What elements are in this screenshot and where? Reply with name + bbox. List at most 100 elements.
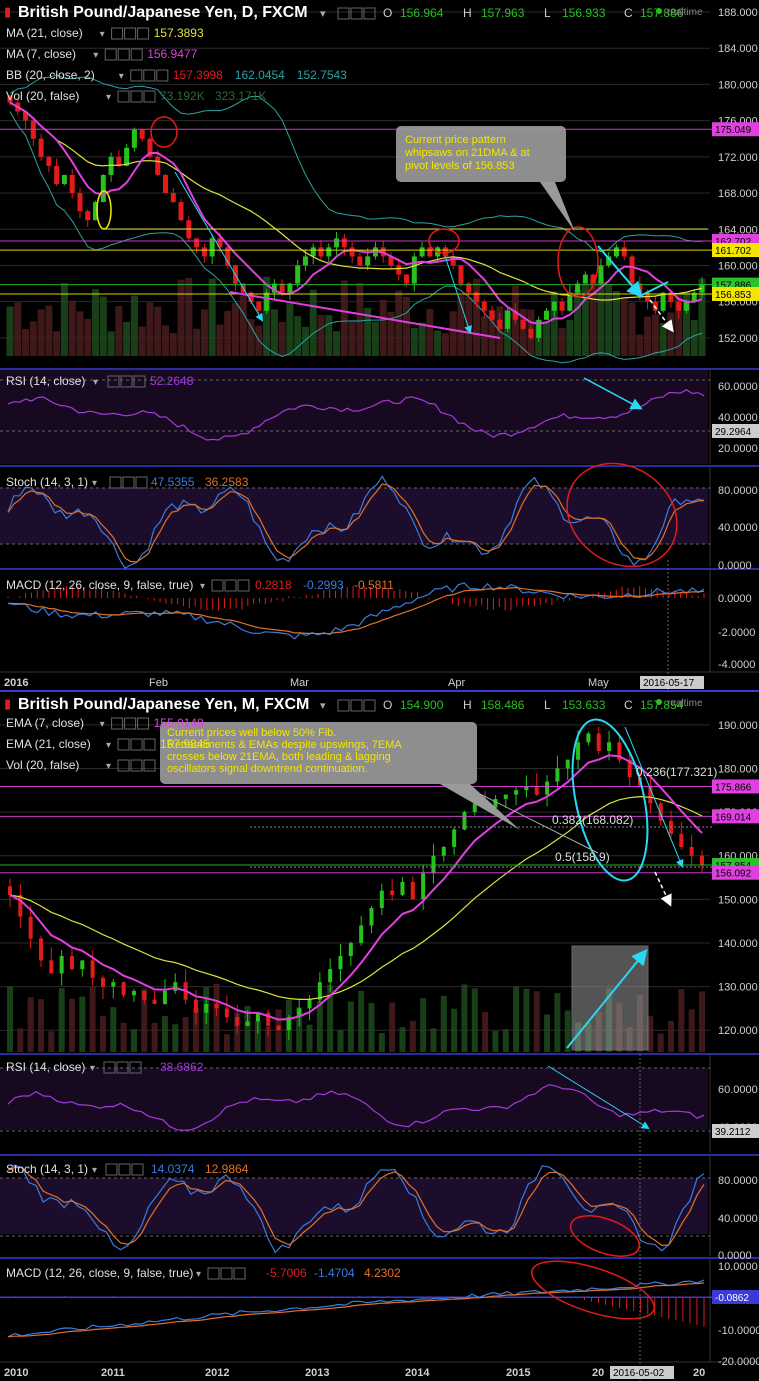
candle-body	[497, 319, 503, 329]
candle-body	[565, 759, 570, 769]
candle-body	[54, 165, 60, 184]
price-axis-label: 172.000	[718, 152, 758, 164]
rsi-axis-label: 20.0000	[718, 443, 758, 455]
legend-value: 157.9845	[160, 737, 210, 751]
price-tag-text: 175.866	[715, 782, 752, 793]
chevron-down-icon: ▾	[106, 740, 111, 751]
candle-body	[598, 265, 604, 284]
volume-bar	[208, 278, 216, 356]
candle-body	[348, 942, 353, 957]
candle-body	[452, 829, 457, 847]
annotation-text: Current price pattern	[405, 134, 506, 146]
chevron-down-icon: ▾	[200, 581, 205, 592]
volume-bar	[27, 997, 34, 1052]
macd-label: MACD (12, 26, close, 9, false, true)	[6, 578, 193, 592]
chevron-down-icon: ▾	[119, 71, 124, 82]
candle-body	[369, 908, 374, 926]
stoch-d-value: 12.9864	[205, 1162, 249, 1176]
volume-bar	[138, 326, 146, 356]
x-axis-label: 2015	[506, 1367, 530, 1379]
volume-bar	[597, 280, 605, 356]
price-tag-text: 161.702	[715, 246, 752, 257]
x-axis-label: 2012	[205, 1367, 229, 1379]
volume-bar	[337, 1029, 344, 1052]
stoch-axis-label: 0.0000	[718, 560, 752, 572]
ohlc-label: L	[544, 6, 551, 20]
x-axis-label: 2013	[305, 1367, 329, 1379]
volume-bar	[523, 988, 530, 1052]
volume-bar	[403, 296, 411, 356]
volume-bar	[441, 333, 449, 356]
macd-tag-text: -0.0862	[715, 1293, 749, 1304]
volume-bar	[628, 302, 636, 356]
candle-body	[256, 301, 262, 311]
volume-bar	[542, 321, 550, 356]
volume-bar	[130, 295, 138, 356]
macd-value: -1.4704	[314, 1266, 355, 1280]
candle-body	[679, 833, 684, 847]
candle-body	[28, 916, 33, 939]
ohlc-label: C	[624, 6, 633, 20]
volume-bar	[130, 1029, 137, 1052]
volume-bar	[473, 278, 481, 356]
candle-body	[379, 890, 384, 909]
candle-body	[559, 301, 565, 311]
candle-body	[295, 265, 301, 284]
ohlc-label: O	[383, 6, 392, 20]
x-axis-label: 20	[693, 1367, 705, 1379]
volume-bar	[482, 1011, 489, 1052]
fib-label: 0.236(177.321)	[636, 765, 717, 779]
fib-label: 0.5(158.9)	[555, 850, 610, 864]
chevron-down-icon: ▾	[93, 377, 98, 388]
volume-bar	[110, 1007, 117, 1052]
candle-body	[481, 301, 487, 311]
candle-body	[576, 742, 581, 760]
volume-bar	[574, 290, 582, 356]
volume-bar	[395, 290, 403, 356]
candle-body	[178, 202, 184, 221]
volume-bar	[239, 295, 247, 356]
volume-bar	[605, 284, 613, 356]
chevron-down-icon: ▾	[90, 1063, 95, 1074]
volume-bar	[651, 314, 659, 356]
ohlc-label: H	[463, 698, 472, 712]
x-axis-label: Feb	[149, 677, 168, 689]
volume-bar	[37, 999, 44, 1052]
candle-body	[400, 881, 405, 895]
volume-bar	[182, 1017, 189, 1052]
legend-value: 156.9477	[147, 47, 197, 61]
candle-body	[38, 938, 43, 961]
candle-body	[173, 982, 178, 991]
ohlc-value: 156.964	[400, 6, 444, 20]
volume-bar	[286, 303, 294, 356]
candle-body	[689, 846, 694, 856]
volume-bar	[48, 1031, 55, 1052]
rsi-label: RSI (14, close)	[6, 1060, 85, 1074]
realtime-dot	[656, 8, 662, 14]
volume-bar	[440, 995, 447, 1052]
legend-value: 323.171K	[215, 89, 266, 103]
volume-bar	[17, 1028, 24, 1052]
volume-bar	[430, 1028, 437, 1052]
candle-body	[514, 790, 519, 795]
stoch-d-value: 36.2583	[205, 475, 249, 489]
candle-body	[155, 156, 161, 175]
legend-value: 152.7543	[297, 68, 347, 82]
candle-body	[131, 129, 137, 148]
volume-bar	[699, 991, 705, 1052]
volume-bar	[161, 1016, 168, 1052]
realtime-label: realtime	[667, 698, 703, 709]
x-axis-label: 2011	[101, 1367, 125, 1379]
candle-body	[431, 855, 436, 874]
annotation-text: whipsaws on 21DMA & at	[404, 147, 530, 159]
x-axis-label: Apr	[448, 677, 465, 689]
volume-bar	[169, 332, 177, 356]
volume-bar	[99, 296, 107, 356]
rsi-value: 38.6862	[160, 1060, 204, 1074]
candle-body	[8, 886, 12, 895]
candle-body	[596, 733, 601, 751]
macd-value: -0.5811	[354, 578, 394, 592]
volume-bar	[358, 990, 365, 1052]
stoch-axis-label: 80.0000	[718, 1175, 758, 1187]
realtime-label: realtime	[667, 7, 703, 18]
